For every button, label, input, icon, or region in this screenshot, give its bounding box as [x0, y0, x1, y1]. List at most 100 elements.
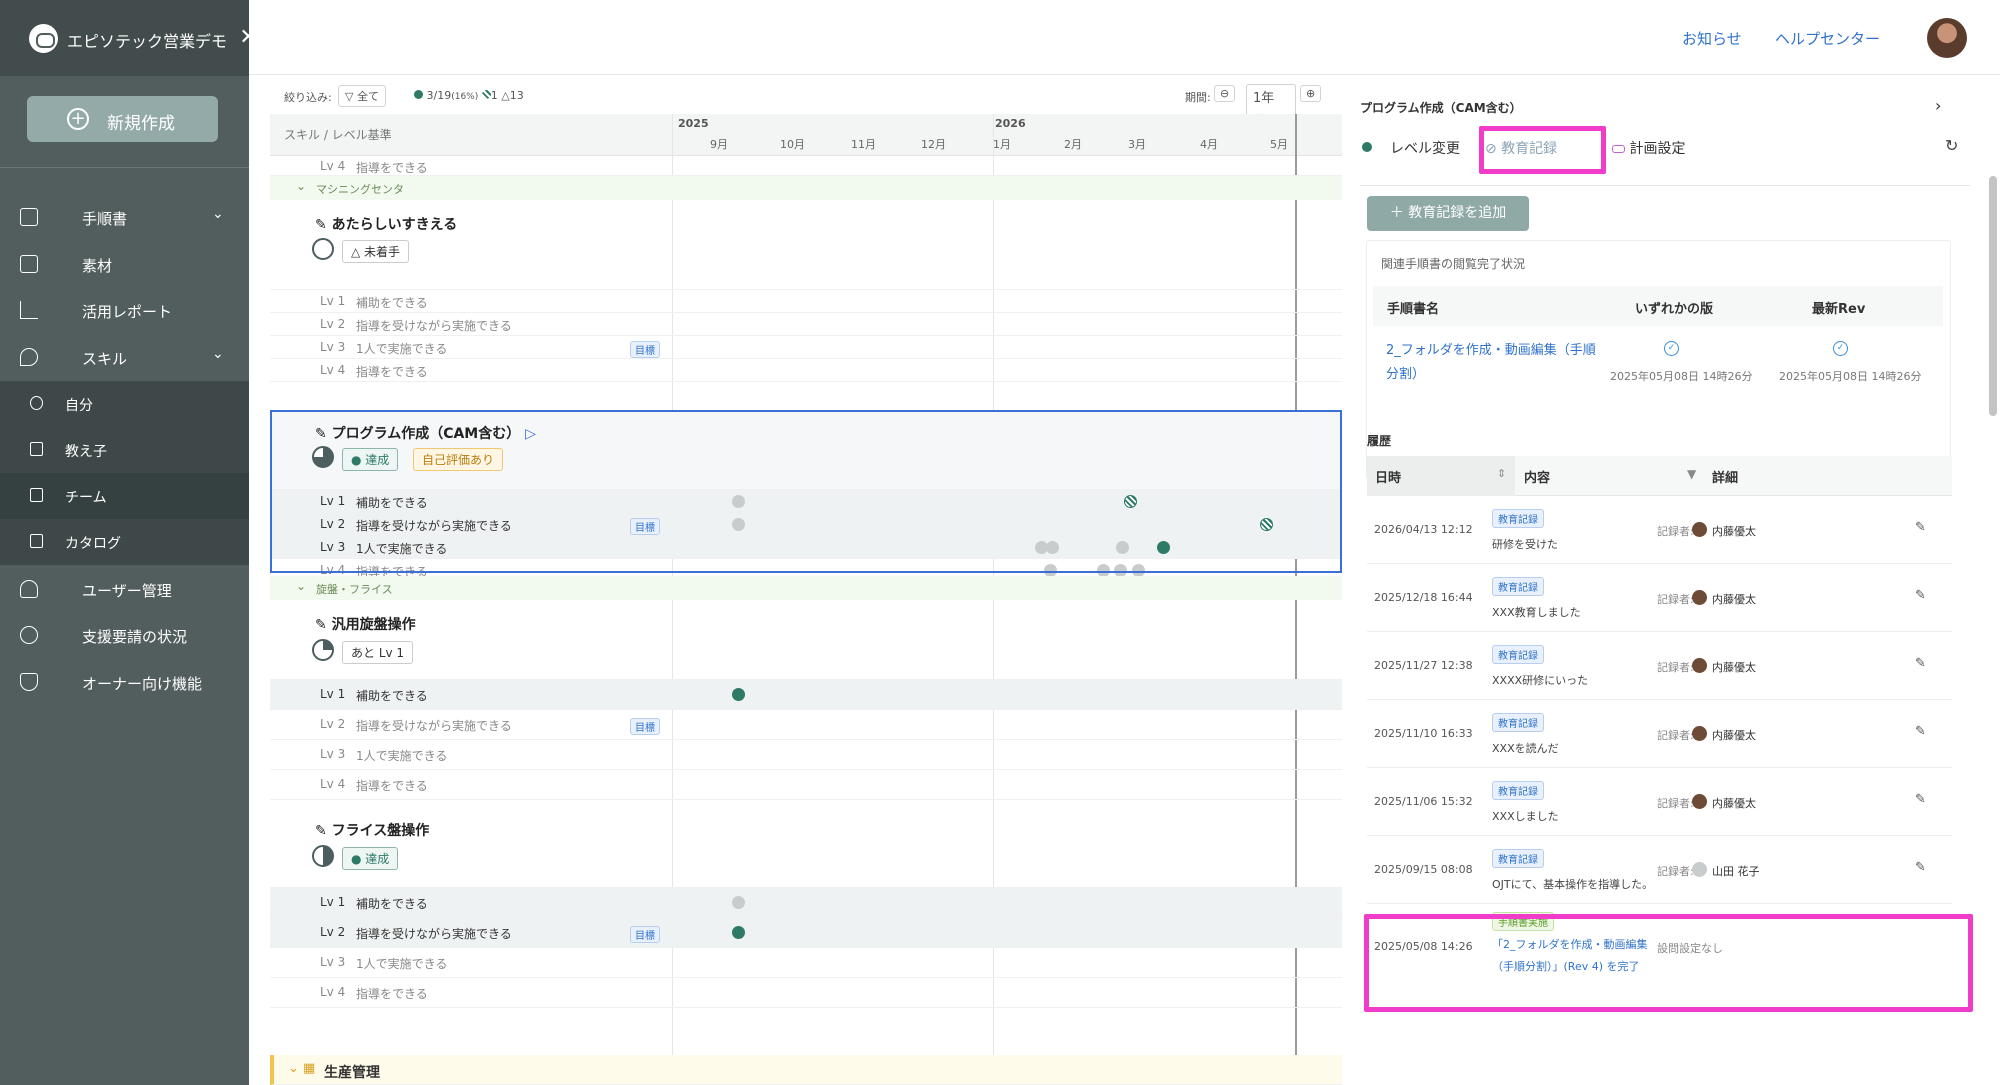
play-icon[interactable]: ▷ — [525, 426, 536, 442]
level-row: Lv 2 指導を受けながら実施できる — [270, 313, 1342, 336]
chevron-down-icon: ⌄ — [296, 579, 307, 593]
record-marker[interactable] — [732, 926, 745, 939]
status-badge: ● 達成 — [342, 448, 399, 471]
check-circle-icon: ✓ — [1833, 341, 1848, 356]
zoom-out-icon[interactable]: ⊖ — [1214, 85, 1236, 102]
zoom-in-icon[interactable]: ⊕ — [1300, 85, 1322, 102]
user-avatar[interactable] — [1927, 18, 1967, 58]
add-education-record-button[interactable]: ＋ 教育記録を追加 — [1367, 196, 1529, 231]
edit-icon[interactable]: ✎ — [1915, 792, 1926, 807]
record-marker[interactable] — [732, 688, 745, 701]
group-lathe-milling[interactable]: ⌄ 旋盤・フライス — [270, 576, 1342, 600]
group-production[interactable]: ⌄ ▦ 生産管理 — [270, 1055, 1342, 1085]
month-label: 9月 — [710, 138, 728, 151]
sidebar-sub-students[interactable]: 教え子 — [0, 427, 249, 473]
history-row[interactable]: 2025/09/15 08:08 教育記録 OJTにて、基本操作を指導した。 記… — [1367, 836, 1952, 904]
history-row[interactable]: 2025/11/06 15:32 教育記録 XXXしました 記録者: 内藤優太 … — [1367, 768, 1952, 836]
recorder-avatar — [1692, 522, 1707, 537]
tab-level-change[interactable]: レベル変更 — [1390, 138, 1460, 158]
edit-icon[interactable]: ✎ — [1915, 656, 1926, 671]
month-label: 5月 — [1270, 138, 1288, 151]
chevron-down-icon: ⌄ — [212, 346, 224, 362]
recorder-avatar — [1692, 862, 1707, 877]
edit-icon[interactable]: ✎ — [1915, 724, 1926, 739]
record-marker[interactable] — [732, 518, 745, 531]
year-label: 2026 — [995, 117, 1026, 130]
level-row: Lv 4 指導をできる — [270, 770, 1342, 800]
recorder-avatar — [1692, 794, 1707, 809]
chevron-down-icon: ⌄ — [296, 179, 307, 193]
chart-icon — [20, 301, 38, 319]
history-row[interactable]: 2025/11/27 12:38 教育記録 XXXX研修にいった 記録者: 内藤… — [1367, 632, 1952, 700]
skill-row[interactable]: ✎ あたらしいすきえる △ 未着手 — [270, 200, 1342, 290]
chevron-down-icon: ⌄ — [212, 206, 224, 222]
record-marker[interactable] — [1116, 541, 1129, 554]
team-icon — [30, 488, 43, 502]
record-marker[interactable] — [732, 495, 745, 508]
skill-row[interactable]: ✎ フライス盤操作 ● 達成 — [270, 800, 1342, 888]
edit-icon[interactable]: ✎ — [1915, 520, 1926, 535]
group-machining[interactable]: ⌄ マシニングセンタ — [270, 176, 1342, 200]
progress-circle — [312, 639, 334, 661]
chevron-right-icon[interactable]: › — [1935, 96, 1941, 115]
level-row: Lv 1 補助をできる — [270, 888, 1342, 918]
document-status-box: 関連手順書の閲覧完了状況 手順書名 いずれかの版 最新Rev 2_フォルダを作成… — [1366, 240, 1951, 480]
recorder-avatar — [1692, 726, 1707, 741]
divider — [1360, 185, 1970, 186]
level-row: Lv 3 1人で実施できる — [270, 536, 1342, 559]
sidebar-item-users[interactable]: ユーザー管理 — [0, 568, 249, 612]
filter-icon[interactable]: ▼ — [1687, 467, 1696, 481]
sidebar-item-support[interactable]: 支援要請の状況 — [0, 614, 249, 658]
sidebar-item-report[interactable]: 活用レポート — [0, 289, 249, 333]
record-marker[interactable] — [1157, 541, 1170, 554]
month-label: 1月 — [993, 138, 1011, 151]
sidebar-sub-catalog[interactable]: カタログ — [0, 519, 249, 565]
period-label: 期間: — [1185, 91, 1211, 104]
skill-row[interactable]: ✎ 汎用旋盤操作 あと Lv 1 — [270, 600, 1342, 680]
filter-all-button[interactable]: ▽ 全て — [338, 85, 386, 107]
brand-name: エピソテック営業デモ — [67, 32, 228, 51]
month-label: 10月 — [780, 138, 805, 151]
document-link[interactable]: 2_フォルダを作成・動画編集（手順分割） — [1386, 339, 1596, 387]
highlight-box — [1479, 126, 1606, 174]
skill-name: ✎ あたらしいすきえる — [315, 217, 458, 233]
edit-icon[interactable]: ✎ — [1915, 588, 1926, 603]
level-row: Lv 4 指導をできる — [270, 978, 1342, 1008]
edit-icon[interactable]: ✎ — [1915, 860, 1926, 875]
sidebar-divider — [0, 167, 249, 168]
month-label: 2月 — [1064, 138, 1082, 151]
new-create-button[interactable]: + 新規作成 — [27, 96, 218, 142]
record-marker[interactable] — [1124, 495, 1137, 508]
sidebar-item-skill[interactable]: スキル ⌄ — [0, 336, 249, 380]
history-row[interactable]: 2025/11/10 16:33 教育記録 XXXを読んだ 記録者: 内藤優太 … — [1367, 700, 1952, 768]
skill-row-selected[interactable]: ✎ プログラム作成（CAM含む） ▷ ● 達成 自己評価あり — [270, 410, 1342, 490]
month-label: 3月 — [1128, 138, 1146, 151]
sidebar-item-manual[interactable]: 手順書 ⌄ — [0, 196, 249, 240]
history-row[interactable]: 2025/12/18 16:44 教育記録 XXX教育しました 記録者: 内藤優… — [1367, 564, 1952, 632]
news-link[interactable]: お知らせ — [1682, 28, 1742, 49]
sidebar: エピソテック営業デモ + 新規作成 手順書 ⌄ 素材 活用レポート スキル ⌄ … — [0, 0, 249, 1085]
tab-plan-setting[interactable]: 計画設定 — [1612, 138, 1685, 158]
level-row: Lv 3 1人で実施できる — [270, 948, 1342, 978]
wrench-icon — [20, 348, 38, 366]
self-eval-badge: 自己評価あり — [413, 448, 504, 471]
record-marker[interactable] — [732, 896, 745, 909]
users-icon — [20, 580, 38, 598]
recorder-avatar — [1692, 590, 1707, 605]
sidebar-item-material[interactable]: 素材 — [0, 243, 249, 287]
self-eval-icon — [481, 90, 491, 99]
record-marker[interactable] — [1260, 518, 1273, 531]
detail-panel: プログラム作成（CAM含む） › レベル変更 ⊘ 教育記録 計画設定 ↻ ＋ 教… — [1350, 80, 1980, 1085]
sort-icon[interactable]: ⇕ — [1497, 467, 1506, 480]
month-label: 4月 — [1200, 138, 1218, 151]
record-marker[interactable] — [1046, 541, 1059, 554]
sidebar-sub-team[interactable]: チーム — [0, 473, 249, 519]
status-badge: あと Lv 1 — [342, 641, 414, 664]
help-center-link[interactable]: ヘルプセンター — [1775, 28, 1880, 49]
refresh-icon[interactable]: ↻ — [1945, 136, 1958, 155]
sidebar-item-owner[interactable]: オーナー向け機能 — [0, 661, 249, 705]
scrollbar[interactable] — [1989, 176, 1997, 416]
level-row: Lv 2 指導を受けながら実施できる 目標 — [270, 513, 1342, 536]
history-row[interactable]: 2026/04/13 12:12 教育記録 研修を受けた 記録者: 内藤優太 ✎ — [1367, 496, 1952, 564]
sidebar-sub-self[interactable]: 自分 — [0, 381, 249, 427]
